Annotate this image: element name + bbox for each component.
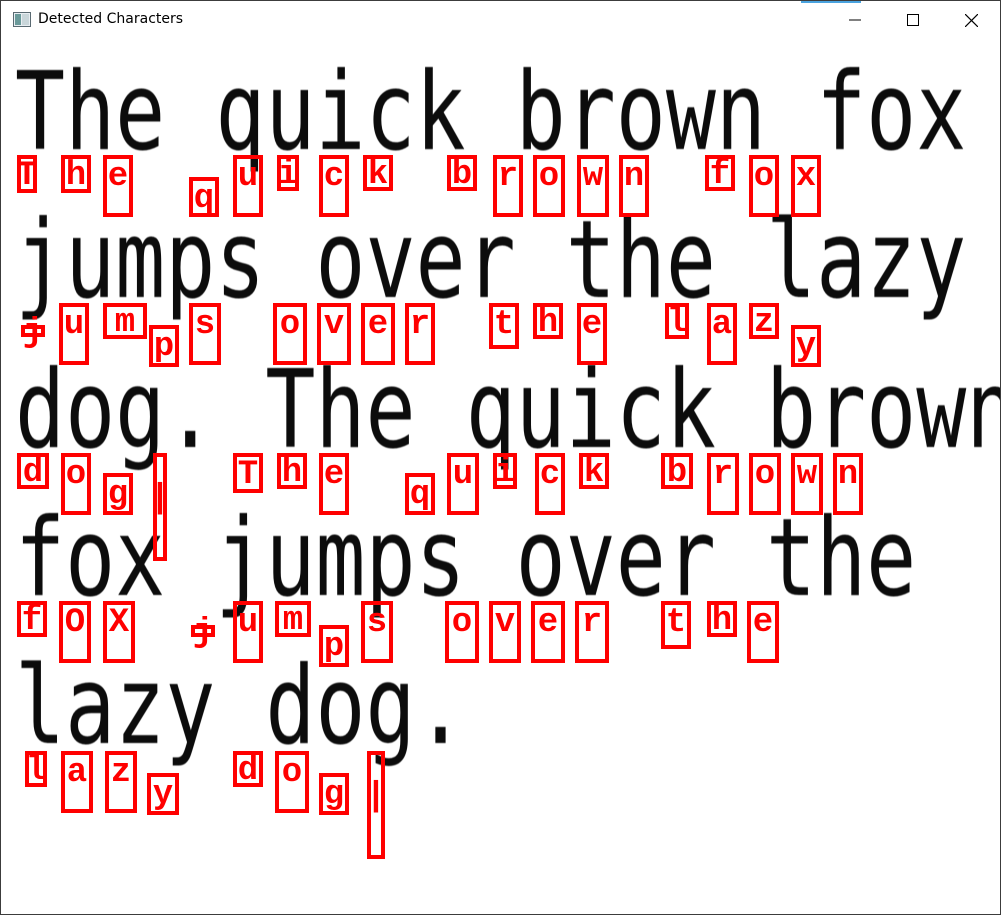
detection-label: z: [753, 304, 775, 342]
detection-label: O: [64, 604, 86, 642]
detection-label: l: [666, 304, 688, 342]
detection-label: s: [366, 604, 388, 642]
detection-label: o: [279, 306, 301, 344]
detected-characters-window: Detected Characters The quick brown fox …: [0, 0, 1001, 915]
detection-label: n: [623, 158, 645, 196]
detection-label: a: [711, 306, 733, 344]
detection-label: t: [665, 604, 687, 642]
detection-label: r: [712, 456, 734, 494]
detection-label: m: [282, 602, 304, 640]
detection-label: o: [281, 754, 303, 792]
detection-label: c: [539, 456, 561, 494]
detection-label: g: [107, 476, 129, 514]
detection-label: w: [582, 158, 604, 196]
detection-label: e: [581, 306, 603, 344]
close-icon: [964, 13, 978, 27]
detection-label: u: [63, 306, 85, 344]
detection-label: o: [753, 158, 775, 196]
detection-label: |: [365, 778, 387, 816]
detection-label: o: [754, 456, 776, 494]
maximize-icon: [907, 14, 919, 26]
detection-label: f: [709, 156, 731, 194]
detection-label: |: [149, 480, 171, 518]
detection-label: q: [193, 180, 215, 218]
detection-overlay: Th e q u i c k b r o w n f o x j u m p s o v e r t h e l a z y d o g | Th e q…: [1, 39, 1000, 914]
detection-label: d: [22, 454, 44, 492]
detection-label: d: [237, 752, 259, 790]
detection-label: p: [153, 328, 175, 366]
close-button[interactable]: [942, 1, 1000, 39]
detection-label: h: [281, 454, 303, 492]
detection-label: c: [323, 158, 345, 196]
detection-label: p: [323, 628, 345, 666]
detection-label: o: [538, 158, 560, 196]
detection-label: z: [110, 754, 132, 792]
detection-label: e: [107, 158, 129, 196]
minimize-button[interactable]: [826, 1, 884, 39]
detection-label: m: [114, 304, 136, 342]
detection-label: f: [21, 602, 43, 640]
detection-label: b: [666, 454, 688, 492]
detection-label: e: [367, 306, 389, 344]
detection-label: X: [108, 604, 130, 642]
detection-label: j: [192, 614, 214, 652]
detection-label: t: [493, 306, 515, 344]
detection-label: q: [409, 476, 431, 514]
detection-label: e: [752, 604, 774, 642]
detection-label: r: [497, 158, 519, 196]
detection-label: l: [25, 752, 47, 790]
detection-label: n: [837, 456, 859, 494]
detection-label: e: [323, 456, 345, 494]
detection-label: y: [795, 328, 817, 366]
detection-label: o: [451, 604, 473, 642]
detection-label: i: [277, 156, 299, 194]
detection-label: k: [367, 156, 389, 194]
minimize-icon: [849, 14, 861, 26]
detection-label: u: [452, 456, 474, 494]
image-canvas: The quick brown fox jumps over the lazy …: [1, 39, 1000, 914]
detection-label: h: [711, 602, 733, 640]
window-title: Detected Characters: [38, 11, 184, 27]
detection-label: y: [152, 776, 174, 814]
detection-label: j: [22, 314, 44, 352]
detection-label: e: [537, 604, 559, 642]
detection-label: a: [66, 754, 88, 792]
detection-label: u: [237, 158, 259, 196]
detection-label: T: [16, 157, 38, 195]
title-bar[interactable]: Detected Characters: [1, 1, 1000, 39]
app-window-icon: [13, 12, 31, 27]
detection-label: i: [494, 454, 516, 492]
detection-label: r: [409, 306, 431, 344]
detection-label: g: [323, 776, 345, 814]
detection-label: k: [583, 454, 605, 492]
detection-label: v: [494, 604, 516, 642]
detection-label: r: [581, 604, 603, 642]
detection-label: b: [451, 156, 473, 194]
detection-label: h: [537, 304, 559, 342]
detection-label: s: [194, 306, 216, 344]
detection-label: w: [796, 456, 818, 494]
detection-label: x: [795, 158, 817, 196]
maximize-button[interactable]: [884, 1, 942, 39]
detection-label: o: [65, 456, 87, 494]
detection-label: h: [65, 157, 87, 195]
detection-label: T: [237, 456, 259, 494]
detection-label: v: [323, 306, 345, 344]
detection-label: u: [237, 604, 259, 642]
